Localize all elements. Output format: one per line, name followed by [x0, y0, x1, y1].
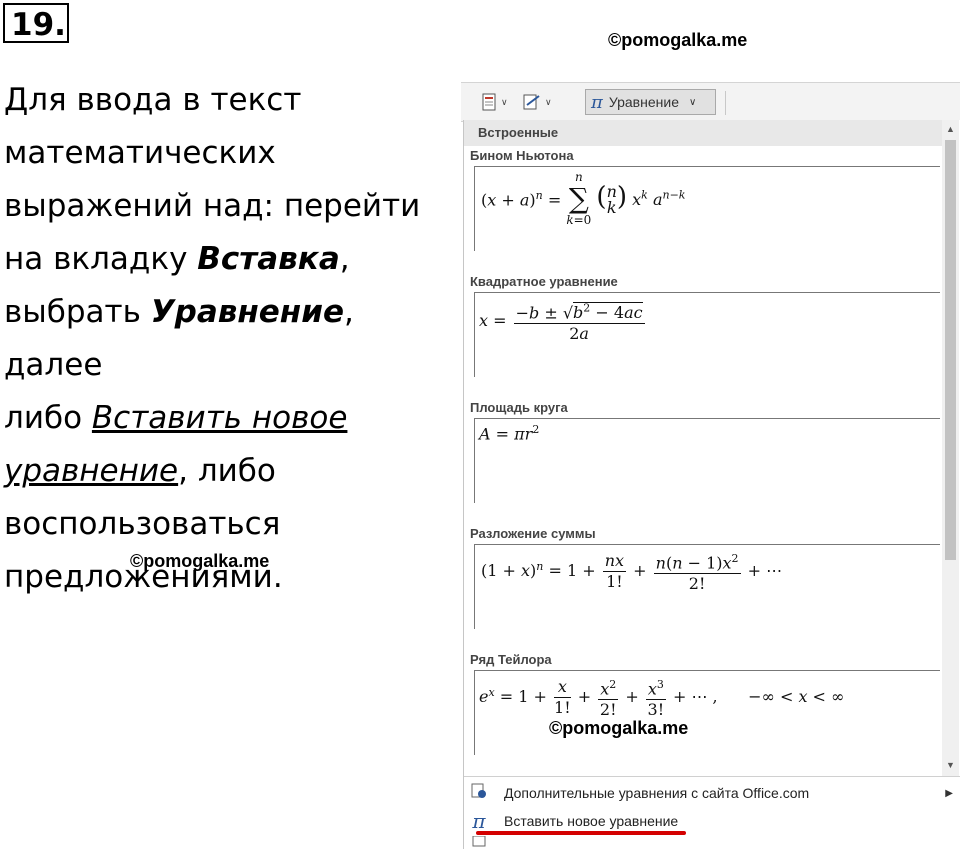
- submenu-arrow-icon: ▶: [945, 787, 953, 799]
- insert-new-equation-ref: уравнение: [4, 453, 179, 489]
- sum-expansion-formula: (1 + x)n = 1 + nx 1! + n(n − 1)x2 2! + ⋯: [481, 549, 782, 594]
- word-equation-panel: ∨ ∨ π Уравнение ∨ Встроенные Бином Ньюто…: [461, 82, 960, 849]
- equation-dropdown: Встроенные Бином Ньютона (x + a)n = n ∑ …: [463, 120, 960, 849]
- document-parts-icon: [482, 93, 496, 111]
- menu-divider: [464, 776, 960, 777]
- insert-tab-name: Вставка: [197, 241, 340, 277]
- equation-button[interactable]: π Уравнение ∨: [585, 89, 716, 115]
- equation-title: Ряд Тейлора: [470, 652, 552, 667]
- signature-line-button[interactable]: ∨: [523, 90, 552, 114]
- equation-title: Квадратное уравнение: [470, 274, 618, 289]
- equation-preview: ex = 1 + x 1! + x2 2! + x3 3! + ⋯ , −∞ < x …: [474, 670, 940, 755]
- signature-icon: [523, 94, 540, 110]
- instruction-line: на вкладку Вставка,: [4, 241, 350, 277]
- instruction-line: предложениями.: [4, 559, 283, 595]
- menu-item-label: Вставить новое уравнение: [504, 813, 679, 829]
- more-equations-office-menu-item[interactable]: Дополнительные уравнения с сайта Office.…: [464, 780, 960, 806]
- instruction-line: уравнение, либо: [4, 453, 276, 489]
- category-header: Встроенные: [464, 120, 942, 146]
- equation-preview: (x + a)n = n ∑ k=0 (n k) xk an−k: [474, 166, 940, 251]
- watermark: ©pomogalka.me: [608, 30, 748, 50]
- highlight-underline: [476, 831, 686, 835]
- instruction-line: Для ввода в текст: [4, 82, 302, 118]
- equation-preview: x = −b ± √b2 − 4ac 2a: [474, 292, 940, 377]
- chevron-down-icon: ∨: [688, 96, 697, 108]
- instruction-line: выбрать Уравнение, далее: [4, 294, 354, 383]
- equation-title: Площадь круга: [470, 400, 568, 415]
- equation-name: Уравнение: [150, 294, 344, 330]
- pi-icon: π: [472, 809, 486, 833]
- watermark: ©pomogalka.me: [549, 718, 689, 738]
- office-equations-icon: [464, 782, 494, 805]
- toolbar-divider: [725, 91, 726, 115]
- chevron-down-icon: ∨: [545, 96, 552, 107]
- circle-area-formula: A = πr2: [479, 423, 540, 444]
- equation-title: Разложение суммы: [470, 526, 596, 541]
- instruction-line: выражений над: перейти: [4, 188, 421, 224]
- equation-preview: (1 + x)n = 1 + nx 1! + n(n − 1)x2 2! + ⋯: [474, 544, 940, 629]
- quick-parts-button[interactable]: ∨: [481, 90, 508, 114]
- instruction-line: воспользоваться: [4, 506, 281, 542]
- equation-preview: A = πr2: [474, 418, 940, 503]
- pi-icon: π: [591, 91, 603, 113]
- instruction-line: либо Вставить новое: [4, 400, 348, 436]
- menu-item-cutoff[interactable]: [464, 836, 960, 849]
- task-number: 19.: [3, 3, 69, 43]
- gallery-scrollbar[interactable]: ▲ ▼: [942, 120, 959, 776]
- chevron-down-icon: ∨: [501, 96, 508, 107]
- quadratic-formula: x = −b ± √b2 − 4ac 2a: [479, 299, 647, 344]
- taylor-formula: ex = 1 + x 1! + x2 2! + x3 3! + ⋯ , −∞ < x …: [479, 675, 844, 720]
- equation-button-label: Уравнение: [608, 94, 679, 110]
- instruction-line: математических: [4, 135, 276, 171]
- gallery-item-taylor-series[interactable]: Ряд Тейлора ex = 1 + x 1! + x2 2! + x3 3! +…: [470, 650, 940, 755]
- menu-item-label: Дополнительные уравнения с сайта Office.…: [504, 785, 810, 801]
- ribbon-toolbar: ∨ ∨ π Уравнение ∨: [461, 82, 960, 122]
- ink-equation-icon: [464, 836, 494, 849]
- scroll-up-icon[interactable]: ▲: [944, 122, 957, 136]
- gallery-item-sum-expansion[interactable]: Разложение суммы (1 + x)n = 1 + nx 1! + n…: [470, 524, 940, 629]
- insert-new-equation-ref: Вставить новое: [91, 400, 348, 436]
- scroll-thumb[interactable]: [945, 140, 956, 560]
- binomial-formula: (x + a)n = n ∑ k=0 (n k) xk an−k: [481, 170, 686, 227]
- instruction-text: Для ввода в текст математических выражен…: [4, 74, 444, 604]
- gallery-item-circle-area[interactable]: Площадь круга A = πr2: [470, 398, 940, 503]
- scroll-down-icon[interactable]: ▼: [944, 758, 957, 772]
- equation-title: Бином Ньютона: [470, 148, 574, 163]
- gallery-item-quadratic[interactable]: Квадратное уравнение x = −b ± √b2 − 4ac 2…: [470, 272, 940, 377]
- gallery-item-binomial[interactable]: Бином Ньютона (x + a)n = n ∑ k=0 (n k) xk…: [470, 146, 940, 251]
